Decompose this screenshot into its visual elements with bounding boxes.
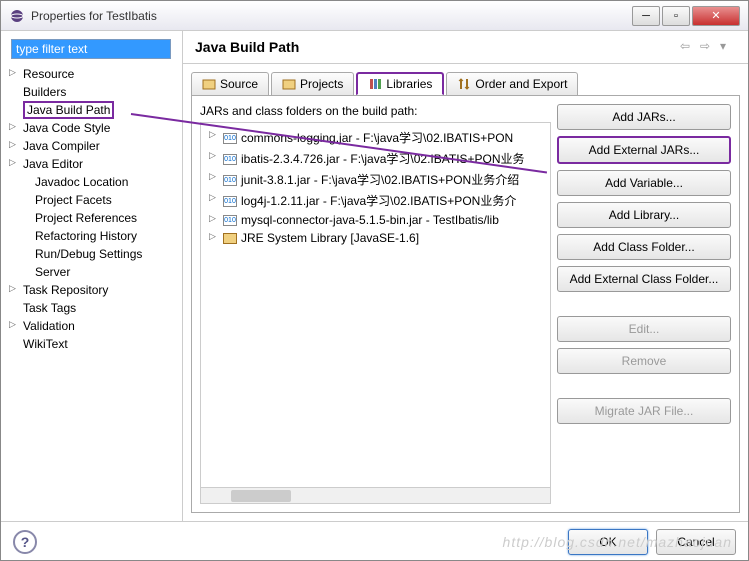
tree-item[interactable]: Validation [5,317,178,335]
order-icon [457,77,471,91]
tree-item[interactable]: Java Editor [5,155,178,173]
tab-libraries[interactable]: Libraries [356,72,444,95]
source-icon [202,77,216,91]
menu-icon[interactable]: ▾ [720,39,736,55]
tab-projects[interactable]: Projects [271,72,354,95]
tree-item[interactable]: Java Build Path [5,101,178,119]
tab-row: Source Projects Libraries Order and Expo… [183,64,748,95]
tab-label: Source [220,77,258,91]
horizontal-scrollbar[interactable] [201,487,550,503]
titlebar: Properties for TestIbatis ─ ▫ ✕ [1,1,748,31]
remove-button: Remove [557,348,731,374]
jar-icon: 010 [223,215,237,226]
tree-item[interactable]: Java Compiler [5,137,178,155]
jar-row[interactable]: 010ibatis-2.3.4.726.jar - F:\java学习\02.I… [205,148,546,169]
jar-list[interactable]: 010commons-logging.jar - F:\java学习\02.IB… [200,122,551,504]
tab-source[interactable]: Source [191,72,269,95]
tree-item[interactable]: Project References [5,209,178,227]
tab-label: Projects [300,77,343,91]
jar-row[interactable]: 010log4j-1.2.11.jar - F:\java学习\02.IBATI… [205,190,546,211]
tree-item[interactable]: Server [5,263,178,281]
close-button[interactable]: ✕ [692,6,740,26]
tab-order-export[interactable]: Order and Export [446,72,578,95]
tree-item[interactable]: Refactoring History [5,227,178,245]
eclipse-icon [9,8,25,24]
migrate-jar-button: Migrate JAR File... [557,398,731,424]
libraries-panel: JARs and class folders on the build path… [191,95,740,513]
tab-label: Order and Export [475,77,567,91]
tree-item[interactable]: WikiText [5,335,178,353]
tree-item[interactable]: Builders [5,83,178,101]
edit-button: Edit... [557,316,731,342]
tab-label: Libraries [386,77,432,91]
jar-row[interactable]: 010commons-logging.jar - F:\java学习\02.IB… [205,127,546,148]
tree-item[interactable]: Run/Debug Settings [5,245,178,263]
jar-icon: 010 [223,154,237,165]
footer: ? OK Cancel [1,521,748,561]
filter-input[interactable] [11,39,171,59]
jar-icon: 010 [223,196,237,207]
sidebar: ResourceBuildersJava Build PathJava Code… [1,31,183,521]
jar-icon: 010 [223,133,237,144]
tree-item[interactable]: Task Repository [5,281,178,299]
add-external-class-folder-button[interactable]: Add External Class Folder... [557,266,731,292]
jar-row[interactable]: JRE System Library [JavaSE-1.6] [205,229,546,247]
minimize-button[interactable]: ─ [632,6,660,26]
maximize-button[interactable]: ▫ [662,6,690,26]
tree-item[interactable]: Java Code Style [5,119,178,137]
window-title: Properties for TestIbatis [31,9,630,23]
tree-item[interactable]: Project Facets [5,191,178,209]
libraries-icon [368,77,382,91]
jar-row[interactable]: 010mysql-connector-java-5.1.5-bin.jar - … [205,211,546,229]
cancel-button[interactable]: Cancel [656,529,736,555]
jar-list-label: JARs and class folders on the build path… [200,104,551,118]
button-column: Add JARs... Add External JARs... Add Var… [557,104,731,504]
main-header: Java Build Path ⇦ ⇨ ▾ [183,31,748,64]
tree-item[interactable]: Resource [5,65,178,83]
jar-row[interactable]: 010junit-3.8.1.jar - F:\java学习\02.IBATIS… [205,169,546,190]
jar-icon: 010 [223,175,237,186]
add-library-button[interactable]: Add Library... [557,202,731,228]
back-icon[interactable]: ⇦ [680,39,696,55]
page-title: Java Build Path [195,39,676,55]
ok-button[interactable]: OK [568,529,648,555]
add-external-jars-button[interactable]: Add External JARs... [557,136,731,164]
help-icon[interactable]: ? [13,530,37,554]
projects-icon [282,77,296,91]
forward-icon[interactable]: ⇨ [700,39,716,55]
tree-item[interactable]: Task Tags [5,299,178,317]
add-class-folder-button[interactable]: Add Class Folder... [557,234,731,260]
library-icon [223,233,237,244]
category-tree[interactable]: ResourceBuildersJava Build PathJava Code… [5,65,178,353]
tree-item[interactable]: Javadoc Location [5,173,178,191]
add-variable-button[interactable]: Add Variable... [557,170,731,196]
add-jars-button[interactable]: Add JARs... [557,104,731,130]
